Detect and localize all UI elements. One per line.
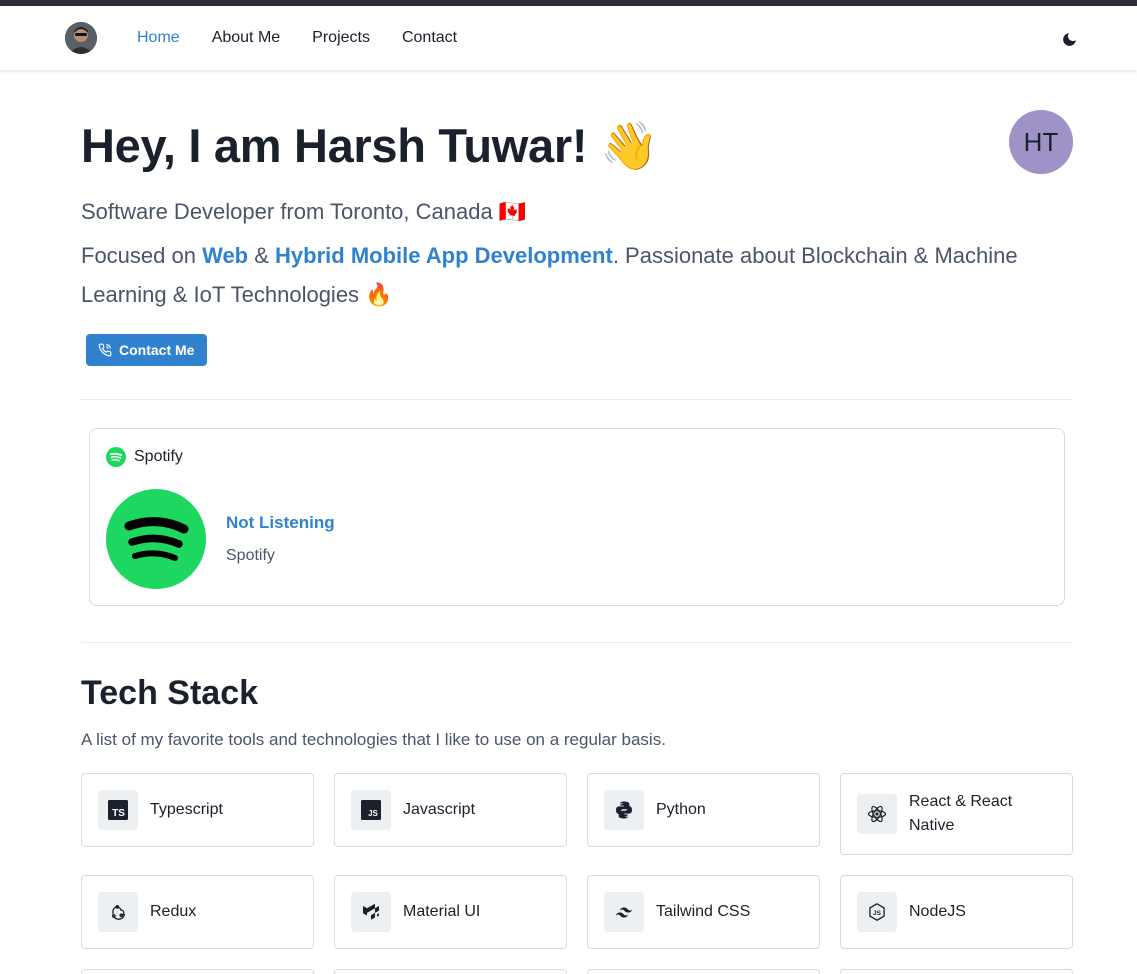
- hero-avatar: HT: [1009, 110, 1073, 174]
- theme-toggle-button[interactable]: [1056, 26, 1082, 52]
- nodejs-icon: JS: [857, 892, 897, 932]
- tech-tile-label: Typescript: [150, 801, 223, 818]
- tech-tile-label: React & React Native: [909, 793, 1013, 834]
- javascript-icon: JS: [351, 790, 391, 830]
- tech-tile-partial[interactable]: [81, 969, 314, 974]
- tech-tile-typescript[interactable]: TS Typescript: [81, 773, 314, 847]
- hero-subtitle: Software Developer from Toronto, Canada …: [81, 199, 527, 224]
- tech-tile-label: Javascript: [403, 801, 476, 818]
- svg-text:TS: TS: [112, 808, 125, 819]
- tech-tile-material-ui[interactable]: Material UI: [334, 875, 567, 949]
- tech-tile-react[interactable]: React & React Native: [840, 773, 1073, 855]
- divider: [81, 642, 1072, 643]
- navbar: Home About Me Projects Contact: [0, 6, 1137, 70]
- tech-stack-description: A list of my favorite tools and technolo…: [81, 730, 666, 749]
- nav-link-projects[interactable]: Projects: [312, 29, 370, 47]
- react-icon: [857, 794, 897, 834]
- desc-hybrid-highlight: Hybrid Mobile App Development: [275, 243, 613, 268]
- tech-tile-nodejs[interactable]: JS NodeJS: [840, 875, 1073, 949]
- python-icon: [604, 790, 644, 830]
- spotify-header-label: Spotify: [134, 448, 183, 465]
- tech-tile-redux[interactable]: Redux: [81, 875, 314, 949]
- tech-tile-python[interactable]: Python: [587, 773, 820, 847]
- redux-icon: [98, 892, 138, 932]
- spotify-logo: [106, 489, 206, 589]
- spotify-status[interactable]: Not Listening: [226, 513, 335, 533]
- spotify-header: Spotify: [106, 447, 183, 467]
- nav-link-home[interactable]: Home: [137, 29, 180, 47]
- nav-links: Home About Me Projects Contact: [137, 6, 457, 70]
- material-ui-icon: [351, 892, 391, 932]
- spotify-icon: [106, 447, 126, 467]
- typescript-icon: TS: [98, 790, 138, 830]
- tech-tile-javascript[interactable]: JS Javascript: [334, 773, 567, 847]
- moon-icon: [1062, 32, 1076, 46]
- nav-link-about[interactable]: About Me: [212, 29, 280, 47]
- desc-amp: &: [248, 243, 276, 268]
- spotify-subtitle: Spotify: [226, 547, 275, 564]
- desc-prefix: Focused on: [81, 243, 203, 268]
- tech-stack-title: Tech Stack: [81, 674, 259, 712]
- tech-tile-partial[interactable]: [334, 969, 567, 974]
- tailwind-icon: [604, 892, 644, 932]
- tech-tile-partial[interactable]: [840, 969, 1073, 974]
- tech-tile-label: Tailwind CSS: [656, 903, 751, 920]
- tech-tile-label: Material UI: [403, 903, 481, 920]
- hero-description: Focused on Web & Hybrid Mobile App Devel…: [81, 236, 1071, 314]
- nav-profile-avatar[interactable]: [65, 22, 97, 54]
- tech-tile-label: NodeJS: [909, 903, 966, 920]
- tech-tile-tailwind[interactable]: Tailwind CSS: [587, 875, 820, 949]
- hero-title: Hey, I am Harsh Tuwar! 👋: [81, 119, 659, 172]
- nav-link-contact[interactable]: Contact: [402, 29, 457, 47]
- svg-text:JS: JS: [873, 910, 882, 917]
- tech-tile-label: Python: [656, 801, 706, 818]
- contact-me-label: Contact Me: [119, 342, 195, 358]
- tech-tile-label: Redux: [150, 903, 197, 920]
- svg-text:JS: JS: [368, 809, 378, 818]
- desc-web-highlight: Web: [202, 243, 249, 268]
- contact-me-button[interactable]: Contact Me: [86, 334, 208, 366]
- divider: [81, 399, 1072, 400]
- phone-icon: [98, 343, 112, 357]
- tech-tile-partial[interactable]: [587, 969, 820, 974]
- spotify-card[interactable]: Spotify Not Listening Spotify: [89, 428, 1065, 606]
